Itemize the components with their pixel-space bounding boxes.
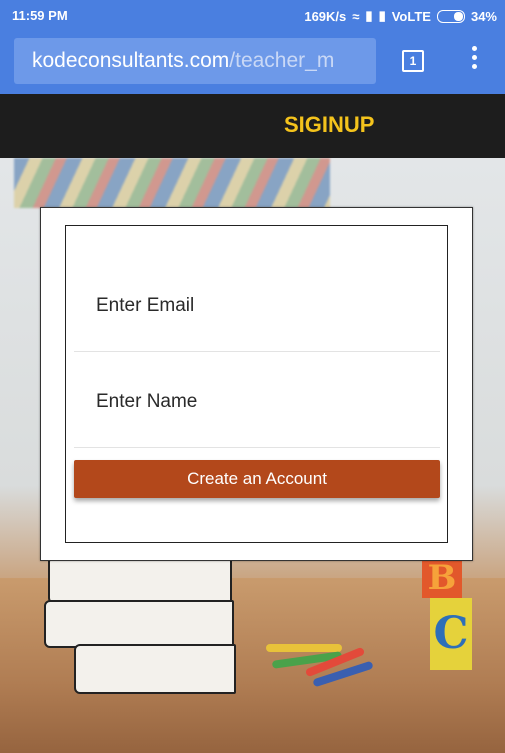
more-vert-icon[interactable] <box>470 46 478 72</box>
book-stack <box>44 556 236 694</box>
signup-form: Create an Account <box>65 225 448 543</box>
name-field[interactable] <box>74 356 440 448</box>
status-indicators: 169K/s ≈ ▮ ▮ VoLTE 34% <box>304 8 497 24</box>
browser-toolbar: kodeconsultants.com/teacher_m 1 <box>0 30 505 94</box>
url-text: kodeconsultants.com/teacher_m <box>32 49 334 73</box>
status-time: 11:59 PM <box>12 8 68 23</box>
app-header: SIGINUP <box>0 94 505 158</box>
create-account-button[interactable]: Create an Account <box>74 460 440 498</box>
status-bar: 11:59 PM 169K/s ≈ ▮ ▮ VoLTE 34% <box>0 0 505 30</box>
address-bar[interactable]: kodeconsultants.com/teacher_m <box>14 38 376 84</box>
carrier-label: VoLTE <box>391 8 431 24</box>
tab-switcher-icon[interactable]: 1 <box>402 50 424 72</box>
url-path: /teacher_m <box>229 49 335 72</box>
url-host: kodeconsultants.com <box>32 49 230 72</box>
page-title: SIGINUP <box>284 112 375 137</box>
wifi-icon: ≈ <box>352 8 360 24</box>
signal-icon: ▮ <box>378 8 386 23</box>
network-speed: 169K/s <box>304 8 347 24</box>
signal-icon: ▮ <box>365 8 373 23</box>
toy-block-b: B <box>422 558 462 598</box>
battery-icon <box>436 9 465 23</box>
signup-card: Create an Account <box>40 207 473 561</box>
toy-block-c: C <box>430 598 472 670</box>
email-field[interactable] <box>74 260 440 352</box>
battery-percent: 34% <box>470 8 497 24</box>
wall-banner <box>14 158 330 208</box>
